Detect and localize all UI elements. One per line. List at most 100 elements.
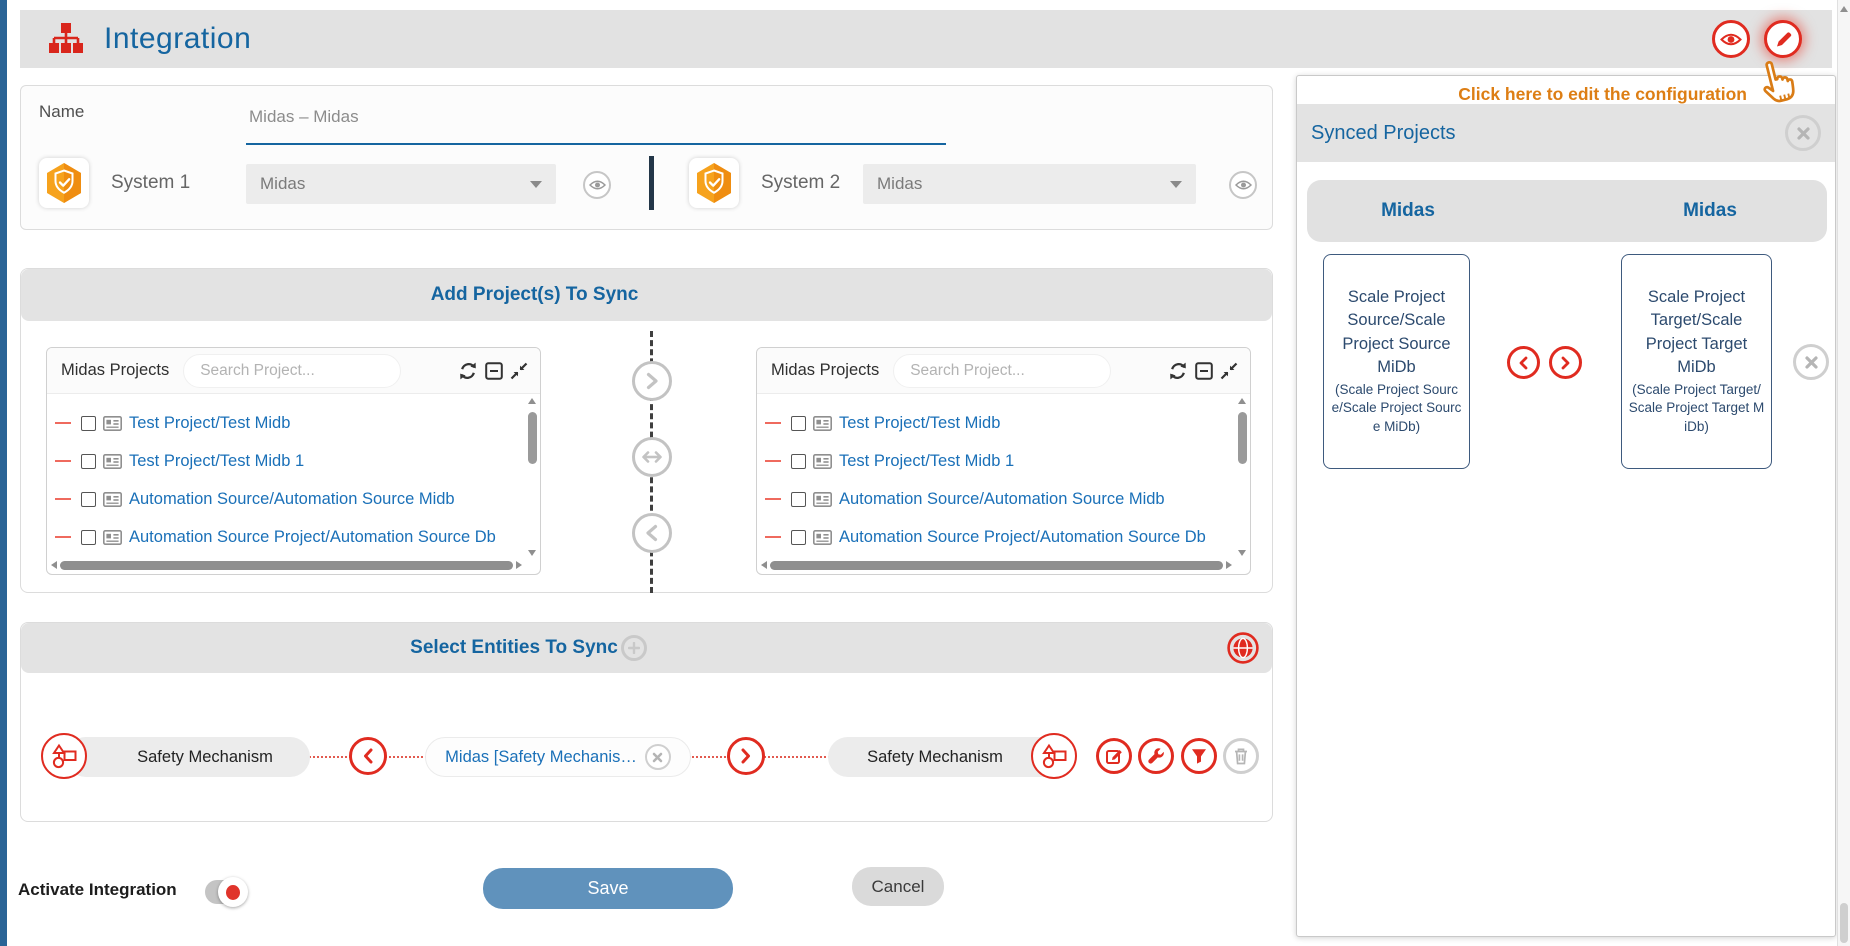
- close-panel-button[interactable]: [1785, 115, 1821, 151]
- scroll-thumb[interactable]: [1840, 903, 1848, 943]
- edit-configuration-button[interactable]: [1764, 20, 1802, 58]
- source-panel-tools: [458, 361, 530, 381]
- move-left-button[interactable]: [632, 513, 672, 553]
- collapse-all-icon[interactable]: [1195, 362, 1213, 380]
- save-button[interactable]: Save: [483, 868, 733, 909]
- scroll-thumb[interactable]: [770, 561, 1223, 570]
- map-left-button[interactable]: [349, 737, 387, 775]
- project-checkbox[interactable]: [81, 416, 96, 431]
- system1-select[interactable]: Midas: [246, 164, 556, 204]
- system2-select[interactable]: Midas: [863, 164, 1196, 204]
- system2-logo: [689, 158, 739, 208]
- horizontal-scrollbar[interactable]: [51, 559, 522, 571]
- synced-left-system: Midas: [1307, 180, 1509, 242]
- tree-connector: [765, 422, 781, 424]
- system2-label: System 2: [761, 172, 840, 194]
- activate-integration-label: Activate Integration: [18, 880, 177, 900]
- compress-icon[interactable]: [510, 362, 528, 380]
- source-projects-panel-header: Midas Projects: [47, 348, 540, 394]
- project-checkbox[interactable]: [791, 454, 806, 469]
- wrench-settings-button[interactable]: [1138, 738, 1174, 774]
- project-card-icon: [103, 492, 122, 507]
- move-right-button[interactable]: [632, 361, 672, 401]
- filter-button[interactable]: [1181, 738, 1217, 774]
- scroll-thumb[interactable]: [1238, 412, 1247, 464]
- tree-connector: [55, 422, 71, 424]
- collapse-all-icon[interactable]: [485, 362, 503, 380]
- project-link[interactable]: Test Project/Test Midb: [839, 414, 1000, 433]
- project-link[interactable]: Automation Source Project/Automation Sou…: [129, 528, 496, 547]
- project-checkbox[interactable]: [81, 454, 96, 469]
- target-projects-panel: Midas Projects: [756, 347, 1251, 575]
- globe-mapping-button[interactable]: [1227, 632, 1259, 664]
- refresh-icon[interactable]: [1168, 361, 1188, 381]
- project-link[interactable]: Test Project/Test Midb: [129, 414, 290, 433]
- activate-integration-toggle[interactable]: [205, 880, 245, 904]
- system2-view-button[interactable]: [1229, 171, 1257, 199]
- project-row: Test Project/Test Midb: [47, 404, 540, 442]
- synced-source-project-card: Scale Project Source/Scale Project Sourc…: [1323, 254, 1470, 469]
- refresh-icon[interactable]: [458, 361, 478, 381]
- scroll-left-arrow[interactable]: [51, 561, 57, 569]
- project-checkbox[interactable]: [81, 492, 96, 507]
- left-accent-border: [0, 0, 7, 946]
- remove-mapping-button[interactable]: [645, 744, 671, 770]
- entity-mapping-pill[interactable]: Midas [Safety Mechanis…: [425, 737, 691, 777]
- project-link[interactable]: Automation Source/Automation Source Midb: [839, 490, 1165, 509]
- swap-both-button[interactable]: [632, 437, 672, 477]
- scroll-down-arrow[interactable]: [528, 550, 536, 556]
- mapping-connector: [689, 756, 729, 758]
- remove-synced-pair-button[interactable]: [1793, 344, 1829, 380]
- project-checkbox[interactable]: [81, 530, 96, 545]
- sync-right-button[interactable]: [1549, 346, 1582, 379]
- delete-entity-button[interactable]: [1223, 738, 1259, 774]
- project-row: Test Project/Test Midb: [757, 404, 1250, 442]
- vertical-scrollbar[interactable]: [526, 396, 539, 558]
- project-row: Automation Source/Automation Source Midb: [47, 480, 540, 518]
- system1-view-button[interactable]: [583, 171, 611, 199]
- scroll-thumb[interactable]: [60, 561, 513, 570]
- project-card-icon: [813, 416, 832, 431]
- target-projects-panel-header: Midas Projects: [757, 348, 1250, 394]
- scroll-left-arrow[interactable]: [761, 561, 767, 569]
- project-link[interactable]: Test Project/Test Midb 1: [129, 452, 304, 471]
- scroll-up-arrow[interactable]: [1840, 6, 1848, 12]
- edit-tooltip: Click here to edit the configuration: [1458, 84, 1747, 105]
- project-card-icon: [103, 530, 122, 545]
- compress-icon[interactable]: [1220, 362, 1238, 380]
- name-input[interactable]: Midas – Midas: [249, 107, 359, 127]
- project-link[interactable]: Test Project/Test Midb 1: [839, 452, 1014, 471]
- sync-left-button[interactable]: [1507, 346, 1540, 379]
- project-checkbox[interactable]: [791, 492, 806, 507]
- chevron-down-icon: [1170, 181, 1182, 188]
- header-actions: [1712, 20, 1802, 58]
- cancel-button[interactable]: Cancel: [852, 867, 944, 906]
- scroll-right-arrow[interactable]: [516, 561, 522, 569]
- page-title: Integration: [104, 22, 251, 56]
- scroll-right-arrow[interactable]: [1226, 561, 1232, 569]
- name-input-underline: [246, 143, 946, 145]
- scroll-up-arrow[interactable]: [528, 398, 536, 404]
- vertical-scrollbar[interactable]: [1236, 396, 1249, 558]
- synced-right-system: Midas: [1607, 180, 1813, 242]
- horizontal-scrollbar[interactable]: [761, 559, 1232, 571]
- toggle-indicator-dot: [226, 885, 240, 900]
- target-project-search-input[interactable]: [893, 354, 1111, 388]
- project-checkbox[interactable]: [791, 530, 806, 545]
- tree-connector: [55, 536, 71, 538]
- project-link[interactable]: Automation Source/Automation Source Midb: [129, 490, 455, 509]
- scroll-down-arrow[interactable]: [1238, 550, 1246, 556]
- add-entity-button[interactable]: [621, 635, 647, 661]
- edit-entity-button[interactable]: [1096, 738, 1132, 774]
- scroll-up-arrow[interactable]: [1238, 398, 1246, 404]
- preview-configuration-button[interactable]: [1712, 20, 1750, 58]
- source-entity-pill[interactable]: Safety Mechanism: [66, 737, 310, 777]
- synced-source-title: Scale Project Source/Scale Project Sourc…: [1330, 286, 1463, 378]
- map-right-button[interactable]: [727, 737, 765, 775]
- project-link[interactable]: Automation Source Project/Automation Sou…: [839, 528, 1206, 547]
- scroll-thumb[interactable]: [528, 412, 537, 464]
- page-scrollbar[interactable]: [1837, 0, 1850, 946]
- source-entity-label: Safety Mechanism: [137, 748, 273, 767]
- project-checkbox[interactable]: [791, 416, 806, 431]
- source-project-search-input[interactable]: [183, 354, 401, 388]
